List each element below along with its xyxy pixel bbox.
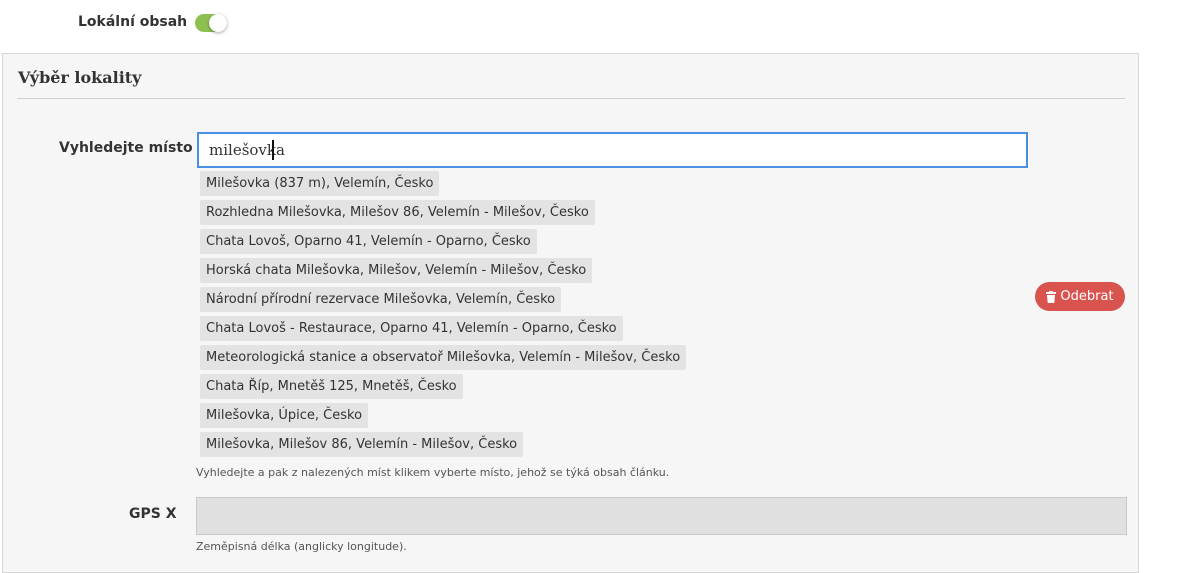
text-caret: [272, 140, 274, 160]
panel-divider: [17, 98, 1125, 99]
gps-x-help-text: Zeměpisná délka (anglicky longitude).: [196, 540, 407, 553]
suggestion-item[interactable]: Rozhledna Milešovka, Milešov 86, Velemín…: [200, 200, 595, 225]
suggestion-item[interactable]: Milešovka (837 m), Velemín, Česko: [200, 171, 440, 196]
suggestion-item[interactable]: Milešovka, Úpice, Česko: [200, 403, 369, 428]
local-content-row: Lokální obsah: [0, 0, 1200, 50]
suggestion-item[interactable]: Národní přírodní rezervace Milešovka, Ve…: [200, 287, 562, 312]
suggestion-item[interactable]: Horská chata Milešovka, Milešov, Velemín…: [200, 258, 593, 283]
search-input[interactable]: [197, 132, 1028, 168]
gps-x-label: GPS X: [129, 506, 177, 522]
local-content-label: Lokální obsah: [78, 14, 188, 30]
gps-x-input[interactable]: [196, 497, 1127, 535]
remove-button-label: Odebrat: [1060, 289, 1114, 304]
suggestion-list: Milešovka (837 m), Velemín, Česko Rozhle…: [200, 171, 687, 461]
suggestion-item[interactable]: Meteorologická stanice a observatoř Mile…: [200, 345, 687, 370]
search-help-text: Vyhledejte a pak z nalezených míst klike…: [196, 466, 670, 479]
local-content-toggle[interactable]: [195, 14, 227, 32]
panel-title: Výběr lokality: [18, 68, 142, 87]
suggestion-item[interactable]: Chata Lovoš, Oparno 41, Velemín - Oparno…: [200, 229, 537, 254]
remove-button[interactable]: Odebrat: [1035, 282, 1125, 311]
trash-icon: [1046, 290, 1057, 303]
search-label: Vyhledejte místo: [59, 140, 193, 156]
suggestion-item[interactable]: Milešovka, Milešov 86, Velemín - Milešov…: [200, 432, 524, 457]
location-panel: Výběr lokality Vyhledejte místo Milešovk…: [2, 53, 1139, 573]
suggestion-item[interactable]: Chata Lovoš - Restaurace, Oparno 41, Vel…: [200, 316, 623, 341]
toggle-knob: [209, 14, 227, 32]
suggestion-item[interactable]: Chata Říp, Mnetěš 125, Mnetěš, Česko: [200, 374, 463, 399]
